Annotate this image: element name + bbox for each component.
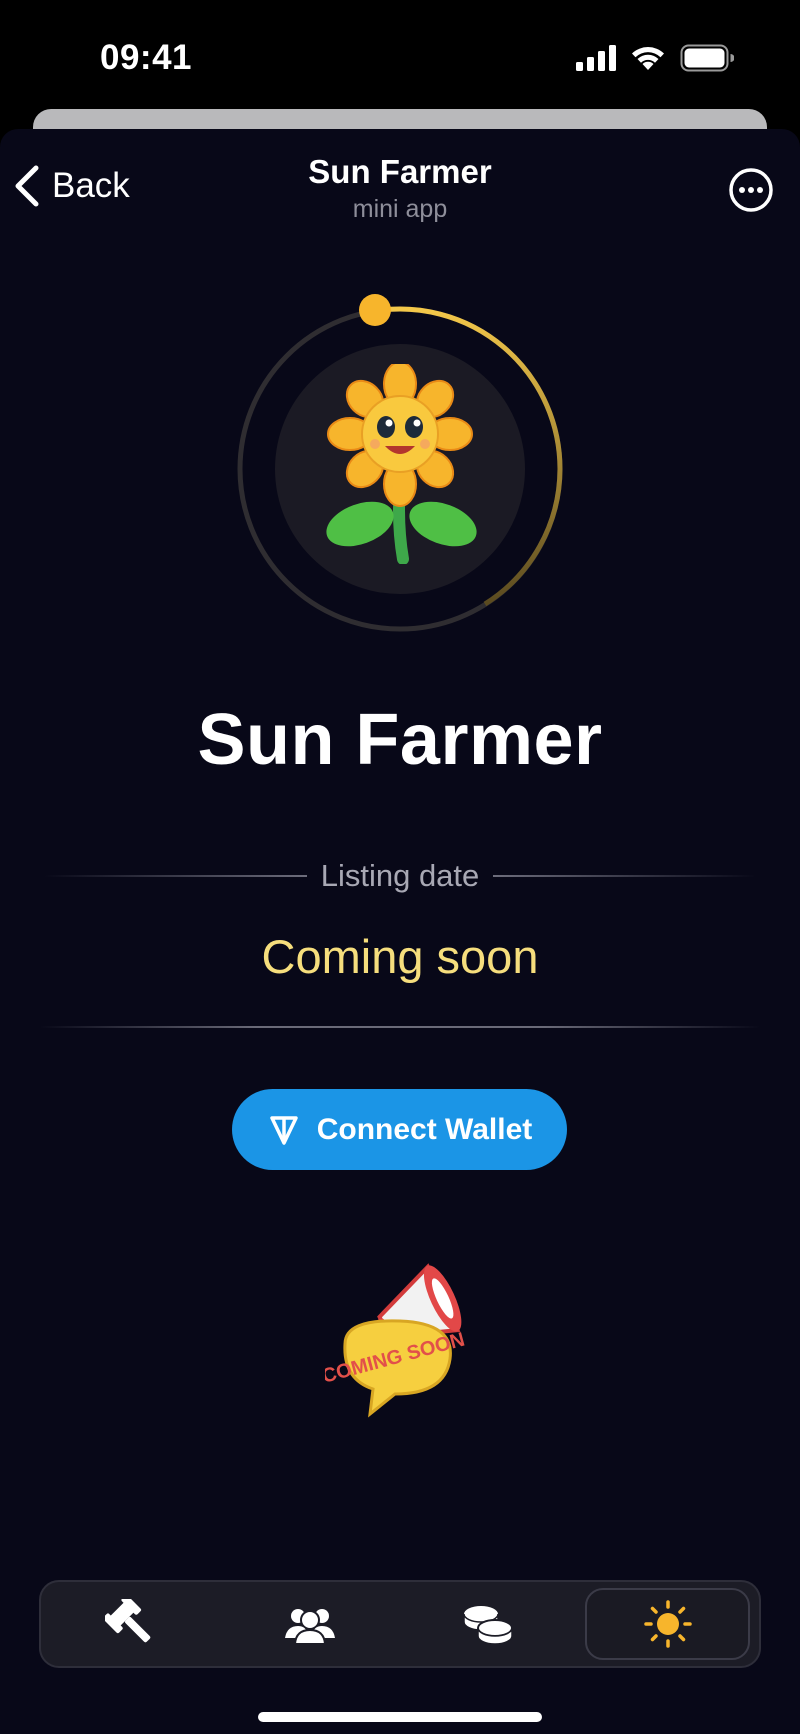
- tab-sun[interactable]: [585, 1588, 750, 1660]
- wifi-icon: [632, 47, 664, 70]
- sun-icon: [643, 1600, 692, 1648]
- coins-icon: [462, 1606, 513, 1645]
- divider-left: [44, 875, 307, 877]
- connect-wallet-label: Connect Wallet: [316, 1112, 533, 1146]
- listing-date-value: Coming soon: [261, 930, 539, 983]
- app-avatar: [235, 294, 565, 634]
- battery-icon: [680, 44, 734, 72]
- connect-wallet-button[interactable]: Connect Wallet: [232, 1089, 567, 1170]
- tab-coins[interactable]: [405, 1588, 570, 1660]
- nav-subtitle: mini app: [352, 195, 448, 223]
- gavel-icon: [104, 1599, 150, 1643]
- tab-auction[interactable]: [49, 1588, 214, 1660]
- status-icons: [576, 44, 734, 72]
- tab-friends[interactable]: [227, 1588, 392, 1660]
- coming-soon-megaphone-icon: COMING SOON: [325, 1263, 467, 1418]
- sunflower-icon: [326, 364, 477, 564]
- app-name: Sun Farmer: [197, 700, 603, 780]
- progress-knob: [359, 294, 391, 326]
- home-indicator: [258, 1712, 542, 1722]
- ton-icon: [269, 1115, 298, 1145]
- cellular-signal-icon: [576, 45, 616, 71]
- more-options-button[interactable]: [728, 167, 774, 213]
- status-time: 09:41: [100, 38, 193, 77]
- nav-title: Sun Farmer: [308, 153, 492, 190]
- mini-app-sheet: Back Sun Farmer mini app Sun Farmer List…: [0, 129, 800, 1734]
- section-divider: [40, 1026, 760, 1028]
- friends-icon: [284, 1609, 335, 1644]
- bottom-tab-bar: [39, 1580, 761, 1668]
- listing-date-row: Listing date: [44, 856, 756, 896]
- status-bar: 09:41: [0, 0, 800, 110]
- listing-date-label: Listing date: [320, 858, 480, 893]
- divider-right: [493, 875, 756, 877]
